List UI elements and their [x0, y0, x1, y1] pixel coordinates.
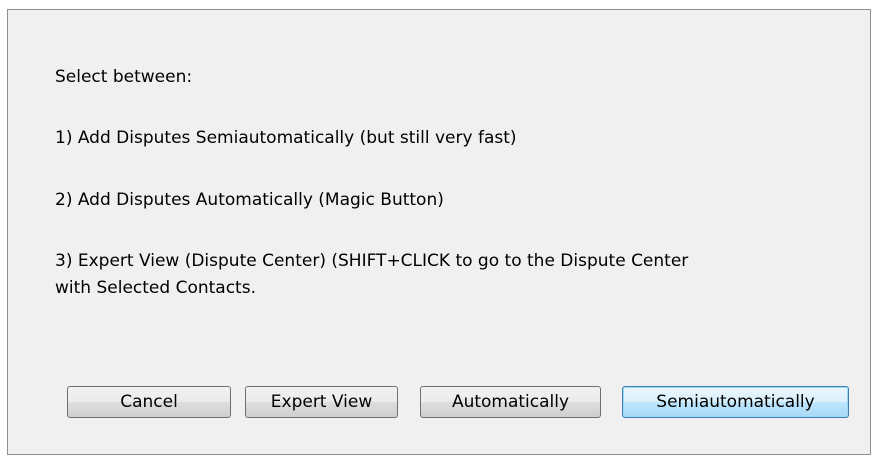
option-3-text-continued: with Selected Contacts. — [55, 278, 256, 298]
dialog-window: Select between: 1) Add Disputes Semiauto… — [7, 9, 871, 455]
option-1-text: 1) Add Disputes Semiautomatically (but s… — [55, 128, 517, 148]
option-2-text: 2) Add Disputes Automatically (Magic But… — [55, 190, 444, 210]
cancel-button[interactable]: Cancel — [67, 386, 231, 418]
semiautomatically-button[interactable]: Semiautomatically — [622, 386, 849, 418]
automatically-button[interactable]: Automatically — [420, 386, 601, 418]
prompt-text: Select between: — [55, 67, 193, 87]
option-3-text: 3) Expert View (Dispute Center) (SHIFT+C… — [55, 251, 689, 271]
expert-view-button[interactable]: Expert View — [245, 386, 398, 418]
